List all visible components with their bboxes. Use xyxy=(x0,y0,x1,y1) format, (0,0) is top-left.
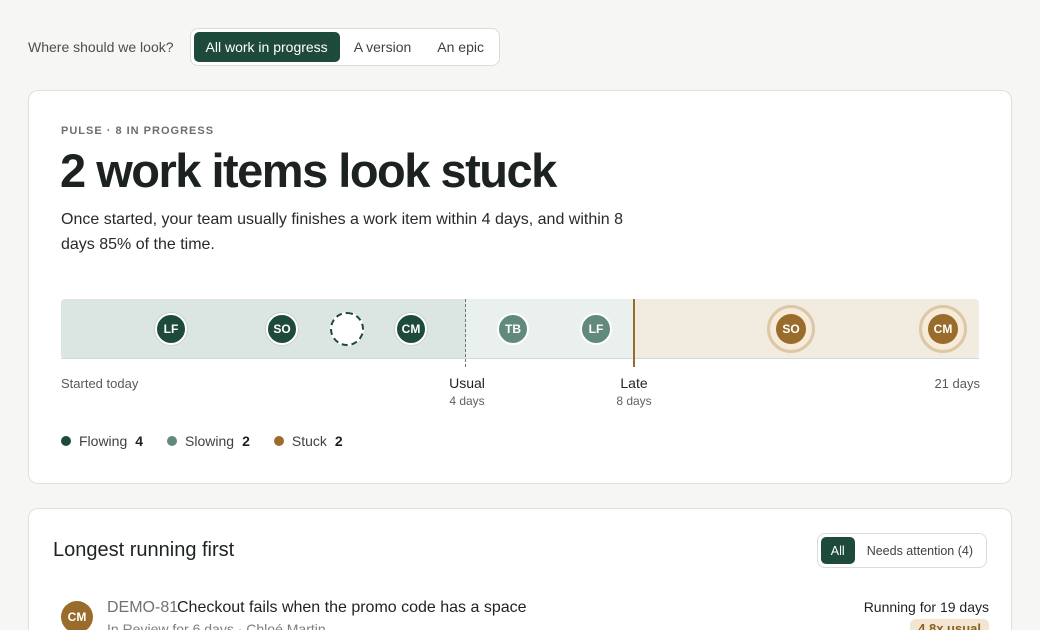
legend-count: 2 xyxy=(334,433,343,449)
usual-marker xyxy=(465,299,466,367)
timeline-item-slowing[interactable]: TB xyxy=(497,313,529,345)
legend-stuck: Stuck 2 xyxy=(273,433,343,449)
item-initials: LF xyxy=(163,322,179,336)
legend-slowing: Slowing 2 xyxy=(167,433,250,449)
item-initials: CM xyxy=(401,322,421,336)
scope-segmented-control: All work in progress A version An epic xyxy=(189,28,500,66)
legend-flowing: Flowing 4 xyxy=(61,433,143,449)
scope-selector: Where should we look? All work in progre… xyxy=(28,28,500,66)
axis-start-label: Started today xyxy=(61,376,139,391)
list-filter-control: All Needs attention (4) xyxy=(816,533,987,568)
pulse-summary: Once started, your team usually finishes… xyxy=(61,211,624,253)
item-initials: SO xyxy=(776,314,806,344)
late-marker xyxy=(633,299,635,367)
axis-usual-days: 4 days xyxy=(449,394,485,408)
timeline-track: LF SO CM TB LF SO CM xyxy=(61,299,979,367)
legend-label: Slowing xyxy=(185,433,235,449)
legend-count: 2 xyxy=(242,433,250,449)
item-initials: SO xyxy=(273,322,291,336)
pulse-headline: 2 work items look stuck xyxy=(60,144,557,197)
work-items-list-card: Longest running first All Needs attentio… xyxy=(28,508,1012,630)
list-title: Longest running first xyxy=(53,539,235,561)
scope-option-epic[interactable]: An epic xyxy=(425,32,496,62)
timeline-item-flowing[interactable]: LF xyxy=(155,313,187,345)
axis-late-label: Late xyxy=(620,375,648,391)
axis-late-days: 8 days xyxy=(616,394,652,408)
timeline-item-placeholder[interactable] xyxy=(330,312,364,346)
item-initials: LF xyxy=(588,322,604,336)
timeline-item-slowing[interactable]: LF xyxy=(580,313,612,345)
timeline-item-stuck[interactable]: SO xyxy=(767,305,815,353)
scope-option-version[interactable]: A version xyxy=(342,32,424,62)
legend-dot-icon xyxy=(273,436,284,446)
legend-dot-icon xyxy=(167,436,178,446)
running-duration: Running for 19 days xyxy=(863,599,989,615)
filter-all-button[interactable]: All xyxy=(820,537,855,564)
axis-end-label: 21 days xyxy=(934,376,980,391)
legend-dot-icon xyxy=(61,436,71,446)
pulse-eyebrow: PULSE · 8 IN PROGRESS xyxy=(61,125,215,137)
item-initials: TB xyxy=(505,322,521,336)
scope-option-all-work[interactable]: All work in progress xyxy=(193,32,340,62)
legend-label: Flowing xyxy=(79,433,128,449)
scope-label: Where should we look? xyxy=(28,39,174,55)
status-legend: Flowing 4 Slowing 2 Stuck 2 xyxy=(61,433,367,449)
legend-label: Stuck xyxy=(291,433,327,449)
item-initials: CM xyxy=(928,314,958,344)
legend-count: 4 xyxy=(135,433,144,449)
usual-ratio-badge: 4.8x usual xyxy=(910,619,989,630)
issue-key-link[interactable]: DEMO-81 xyxy=(107,599,178,617)
axis-usual-label: Usual xyxy=(449,375,485,391)
list-item[interactable]: CM DEMO-81 Checkout fails when the promo… xyxy=(53,597,989,630)
timeline-baseline xyxy=(61,358,979,359)
issue-title[interactable]: Checkout fails when the promo code has a… xyxy=(177,599,527,617)
pulse-card: PULSE · 8 IN PROGRESS 2 work items look … xyxy=(28,90,1012,484)
timeline-item-stuck[interactable]: CM xyxy=(919,305,967,353)
timeline-item-flowing[interactable]: CM xyxy=(395,313,427,345)
avatar: CM xyxy=(61,601,93,630)
filter-needs-attention-button[interactable]: Needs attention (4) xyxy=(857,537,983,564)
issue-status-subtitle: In Review for 6 days · Chloé Martin xyxy=(107,621,326,630)
timeline-item-flowing[interactable]: SO xyxy=(266,313,298,345)
